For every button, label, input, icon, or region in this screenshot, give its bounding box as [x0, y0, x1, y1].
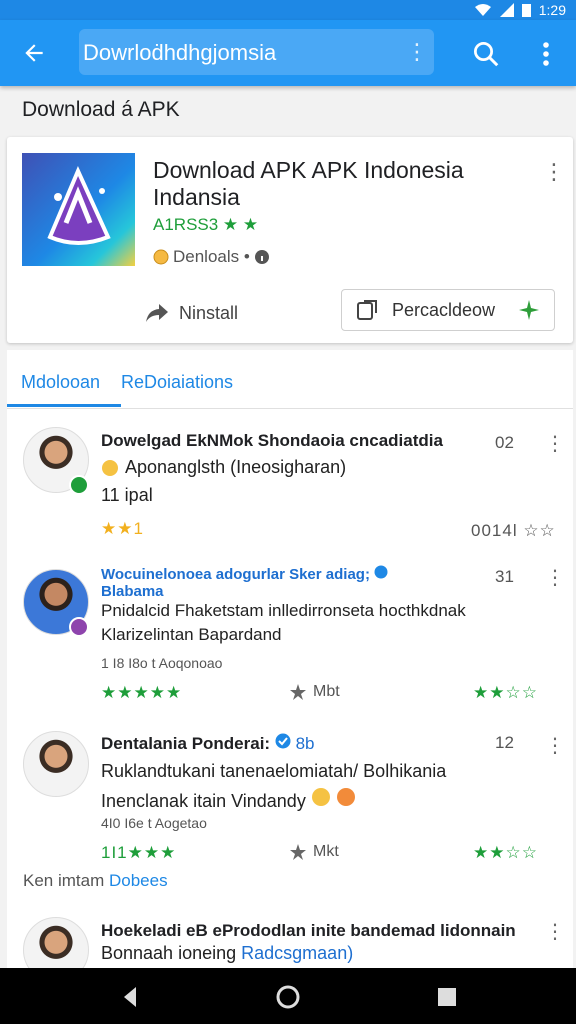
search-box[interactable]: ⋮ — [79, 29, 434, 77]
review-link[interactable]: Radcsgmaan) — [241, 943, 353, 963]
tab-recommendations[interactable]: ReDoiaiations — [121, 372, 233, 393]
reviewer-name[interactable]: Dentalania Ponderai: 8b — [101, 733, 315, 754]
review-text: Inenclanak itain Vindandy — [101, 791, 306, 811]
rating-stars: ★★1 — [101, 519, 144, 538]
overflow-menu-button[interactable] — [530, 34, 562, 74]
more-vert-icon — [543, 42, 549, 66]
section-title: Download á APK — [22, 98, 180, 121]
nav-back-icon[interactable] — [116, 982, 146, 1012]
app-title: Download APK APK Indonesia Indansia — [153, 157, 464, 210]
nav-home-icon[interactable] — [273, 982, 303, 1012]
battery-icon — [521, 4, 531, 17]
verified-icon — [275, 733, 291, 749]
rating-stars: ★★★★★ — [101, 683, 183, 702]
reviewer-name-suffix: 8b — [295, 734, 315, 753]
nav-recents-icon[interactable] — [432, 982, 462, 1012]
reviewer-name-text: Wocuinelonoea adogurlar Sker adiag; — [101, 566, 370, 583]
app-meta-text: Denloals • — [173, 247, 250, 266]
app-logo-icon — [47, 166, 111, 245]
search-input[interactable] — [79, 29, 405, 77]
status-bar: 1:29 — [0, 0, 576, 20]
rating-stars: 1I1★★★ — [101, 843, 177, 862]
share-arrow-icon — [146, 304, 168, 322]
reviewer-name[interactable]: Dowelgad EkNMok Shondaoia cncadiatdia — [101, 431, 443, 451]
reviews-list: Dowelgad EkNMok Shondaoia cncadiatdia 02… — [7, 409, 573, 983]
install-button[interactable]: Ninstall — [145, 295, 265, 331]
footer-link[interactable]: Dobees — [109, 871, 168, 890]
review-count: 12 — [495, 733, 514, 752]
wifi-icon — [474, 4, 491, 16]
preview-label: Percacldeow — [392, 299, 496, 320]
review-more-icon[interactable]: ⋮ — [545, 919, 565, 944]
review-line-1: Pnidalcid Fhaketstam inlledirronseta hoc… — [101, 601, 466, 620]
tab-reviews[interactable]: Mdolooan — [21, 372, 100, 393]
tab-indicator — [7, 404, 121, 407]
helpful-label: Mkt — [313, 843, 339, 860]
emoji-icon — [336, 788, 355, 806]
back-button[interactable] — [14, 34, 54, 72]
coin-icon — [153, 249, 169, 265]
app-icon[interactable] — [22, 153, 135, 266]
app-rating: A1RSS3 ★ ★ — [153, 215, 259, 234]
section-footer: Ken imtam Dobees — [23, 871, 168, 891]
review-text: Bonnaah ioneing — [101, 943, 237, 963]
search-options-icon[interactable]: ⋮ — [406, 39, 428, 65]
footer-text: Ken imtam — [23, 871, 105, 890]
app-bar: ⋮ — [0, 20, 576, 86]
online-badge-icon — [69, 475, 89, 495]
review-more-icon[interactable]: ⋮ — [545, 565, 565, 590]
reviewer-name-text: Dentalania Ponderai: — [101, 734, 271, 753]
helpful-indicator[interactable]: Mkt — [289, 843, 339, 861]
review-line-1: Aponanglsth (Ineosigharan) — [101, 457, 346, 478]
review-date: 4I0 I6e t Aogetao — [101, 815, 207, 831]
reviewer-name[interactable]: Wocuinelonoea adogurlar Sker adiag; Blab… — [101, 565, 388, 600]
search-icon — [474, 42, 499, 67]
sparkle-icon — [519, 300, 540, 320]
signal-icon — [499, 3, 514, 17]
helpful-indicator[interactable]: Mbt — [289, 683, 340, 701]
reviewer-name-second: Blabama — [101, 583, 164, 600]
helpful-label: Mbt — [313, 683, 340, 700]
review-text: Aponanglsth (Ineosigharan) — [125, 457, 347, 477]
review-date: 1 I8 I8o t Aoqonoao — [101, 655, 223, 671]
copy-icon — [357, 300, 377, 320]
app-card[interactable]: Download APK APK Indonesia Indansia ⋮ A1… — [7, 137, 573, 343]
star-icon — [290, 684, 306, 700]
review-more-icon[interactable]: ⋮ — [545, 431, 565, 456]
review-more-icon[interactable]: ⋮ — [545, 733, 565, 758]
verified-icon — [374, 565, 388, 579]
clock: 1:29 — [538, 2, 566, 18]
review-line-2: Klarizelintan Bapardand — [101, 625, 282, 644]
status-badge-icon — [69, 617, 89, 637]
emoji-icon — [311, 788, 330, 806]
tab-bar: Mdolooan ReDoiaiations — [7, 350, 573, 409]
review-count: 02 — [495, 433, 514, 452]
rating-stars-right: 0014l ☆☆ — [471, 521, 556, 540]
emoji-icon — [102, 459, 118, 476]
card-more-icon[interactable]: ⋮ — [543, 159, 565, 185]
avatar[interactable] — [23, 731, 89, 797]
review-line-1: Bonnaah ioneing Radcsgmaan) — [101, 943, 353, 964]
reviewer-name[interactable]: Hoekeladi eB ePrododlan inite bandemad l… — [101, 921, 516, 941]
install-label: Ninstall — [179, 302, 239, 323]
rating-stars-right: ★★☆☆ — [473, 683, 538, 702]
review-line-1: Ruklandtukani tanenaelomiatah/ Bolhikani… — [101, 761, 447, 781]
app-meta: Denloals • — [153, 247, 270, 267]
preview-button[interactable]: Percacldeow — [341, 289, 555, 331]
star-icon — [290, 844, 306, 860]
review-line-2: Inenclanak itain Vindandy — [101, 787, 356, 812]
arrow-back-icon — [25, 44, 43, 62]
navigation-bar — [0, 968, 576, 1024]
review-line-2: 11 ipal — [101, 485, 153, 505]
search-button[interactable] — [466, 34, 506, 74]
rating-stars-right: ★★☆☆ — [473, 843, 538, 862]
info-icon — [254, 250, 269, 264]
review-count: 31 — [495, 567, 514, 586]
